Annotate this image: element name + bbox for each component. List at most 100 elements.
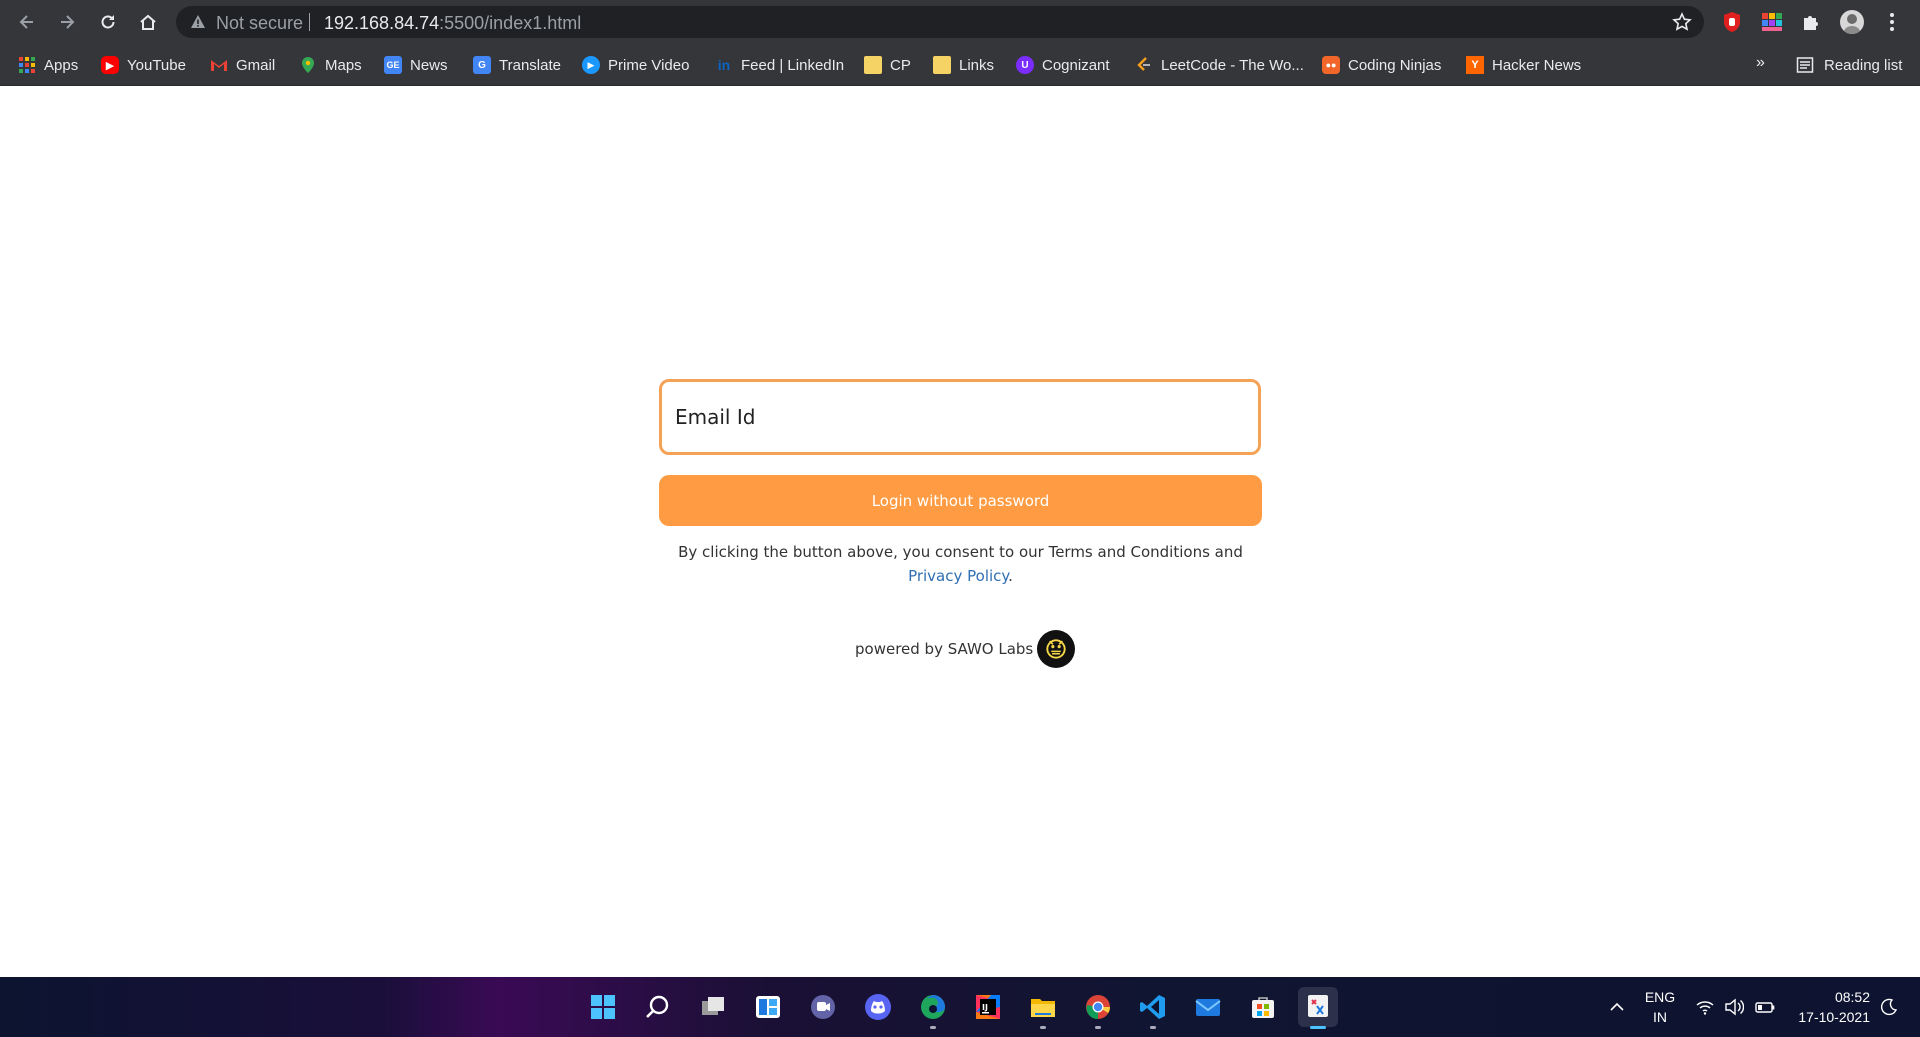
bookmark-folder-cp[interactable]: CP xyxy=(864,52,911,78)
bookmark-label: Prime Video xyxy=(608,56,690,74)
bookmark-folder-links[interactable]: Links xyxy=(933,52,994,78)
chrome-icon xyxy=(1086,995,1110,1019)
reload-button[interactable] xyxy=(95,9,121,35)
extensions-puzzle-icon[interactable] xyxy=(1800,10,1824,34)
bookmark-hacker-news[interactable]: Y Hacker News xyxy=(1466,52,1581,78)
task-view-icon xyxy=(702,997,724,1015)
bookmarks-bar: Apps ▶ YouTube Gmail Maps GE News G Tran… xyxy=(0,44,1920,86)
edge-icon xyxy=(921,995,945,1019)
forward-button[interactable] xyxy=(54,9,80,35)
back-button[interactable] xyxy=(14,9,40,35)
email-field[interactable] xyxy=(659,379,1261,455)
cognizant-icon: U xyxy=(1016,56,1034,74)
bookmark-cognizant[interactable]: U Cognizant xyxy=(1016,52,1110,78)
maps-icon xyxy=(299,56,317,74)
powered-by: powered by SAWO Labs xyxy=(855,629,1076,669)
start-button[interactable] xyxy=(583,987,623,1027)
youtube-icon: ▶ xyxy=(101,56,119,74)
windows-start-icon xyxy=(591,995,615,1019)
bookmark-star-icon[interactable] xyxy=(1672,12,1692,32)
leetcode-icon xyxy=(1135,56,1153,74)
security-label[interactable]: Not secure xyxy=(216,13,303,34)
file-explorer-icon xyxy=(1031,999,1055,1017)
bookmark-linkedin[interactable]: in Feed | LinkedIn xyxy=(715,52,844,78)
region-code: IN xyxy=(1653,1009,1667,1025)
intellij-button[interactable]: IJ xyxy=(968,987,1008,1027)
edge-button[interactable] xyxy=(913,987,953,1029)
task-view-button[interactable] xyxy=(693,987,733,1027)
consent-sentence: By clicking the button above, you consen… xyxy=(678,543,1243,561)
page-content: Login without password By clicking the b… xyxy=(0,86,1920,977)
bookmark-label: Hacker News xyxy=(1492,56,1582,74)
home-icon xyxy=(140,14,156,30)
home-button[interactable] xyxy=(135,9,161,35)
adblock-extension-icon[interactable] xyxy=(1720,10,1744,34)
login-without-password-button[interactable]: Login without password xyxy=(659,475,1262,526)
clock[interactable]: 08:52 17-10-2021 xyxy=(1790,987,1870,1027)
focus-assist-moon-icon[interactable] xyxy=(1879,997,1899,1017)
url-host: 192.168.84.74 xyxy=(324,13,440,33)
bookmark-translate[interactable]: G Translate xyxy=(473,52,561,78)
discord-button[interactable] xyxy=(858,987,898,1027)
kebab-dot xyxy=(1890,27,1894,31)
bookmark-label: News xyxy=(410,56,448,74)
bookmark-leetcode[interactable]: LeetCode - The Wo... xyxy=(1135,52,1304,78)
sawo-labs-logo-icon xyxy=(1037,630,1076,668)
linkedin-icon: in xyxy=(717,57,731,73)
chrome-menu-button[interactable] xyxy=(1880,10,1904,34)
bookmark-youtube[interactable]: ▶ YouTube xyxy=(101,52,186,78)
more-bookmarks-button[interactable]: » xyxy=(1756,54,1765,72)
active-indicator xyxy=(1310,1026,1326,1029)
mail-button[interactable] xyxy=(1188,987,1228,1027)
bookmark-news[interactable]: GE News xyxy=(384,52,448,78)
bookmark-coding-ninjas[interactable]: ●● Coding Ninjas xyxy=(1322,52,1441,78)
widgets-button[interactable] xyxy=(748,987,788,1027)
news-icon: GE xyxy=(384,56,402,74)
chevron-up-icon[interactable] xyxy=(1607,997,1627,1017)
teams-chat-button[interactable] xyxy=(803,987,843,1027)
running-indicator xyxy=(1095,1026,1101,1029)
bookmark-prime-video[interactable]: ▶ Prime Video xyxy=(582,52,689,78)
bookmark-label: Maps xyxy=(325,56,362,74)
bookmark-label: Links xyxy=(959,56,995,74)
profile-avatar[interactable] xyxy=(1840,10,1864,34)
bookmark-label: Coding Ninjas xyxy=(1348,56,1442,74)
warning-icon xyxy=(191,15,205,28)
url-text[interactable]: 192.168.84.74:5500/index1.html xyxy=(324,13,581,34)
battery-icon[interactable] xyxy=(1755,997,1775,1017)
taskbar-search-button[interactable] xyxy=(638,987,678,1027)
bookmark-label: Feed | LinkedIn xyxy=(741,56,845,74)
snipping-tool-button[interactable] xyxy=(1298,987,1338,1029)
bookmark-label: CP xyxy=(890,56,911,74)
clock-time: 08:52 xyxy=(1834,989,1870,1005)
store-button[interactable] xyxy=(1243,987,1283,1027)
reading-list-button[interactable]: Reading list xyxy=(1796,52,1902,78)
reading-list-label: Reading list xyxy=(1824,56,1903,74)
windows-taskbar: IJ ENG IN 08:52 17-10-2021 xyxy=(0,977,1920,1037)
volume-icon[interactable] xyxy=(1724,997,1744,1017)
gmail-icon xyxy=(210,56,228,74)
bookmark-label: Cognizant xyxy=(1042,56,1110,74)
language-indicator[interactable]: ENG IN xyxy=(1642,987,1678,1027)
snipping-tool-icon xyxy=(1308,995,1328,1017)
bookmark-maps[interactable]: Maps xyxy=(299,52,362,78)
bookmark-gmail[interactable]: Gmail xyxy=(210,52,275,78)
bookmark-label: YouTube xyxy=(127,56,186,74)
chrome-button[interactable] xyxy=(1078,987,1118,1029)
reload-icon xyxy=(101,15,115,29)
color-picker-extension-icon[interactable] xyxy=(1760,10,1784,34)
vscode-button[interactable] xyxy=(1133,987,1173,1029)
wifi-icon[interactable] xyxy=(1695,997,1715,1017)
consent-period: . xyxy=(1008,567,1013,585)
bookmark-label: Apps xyxy=(44,56,79,74)
apps-grid-icon xyxy=(18,56,36,74)
translate-icon: G xyxy=(473,56,491,74)
bookmark-apps[interactable]: Apps xyxy=(18,52,78,78)
bookmark-label: LeetCode - The Wo... xyxy=(1161,56,1304,74)
address-bar[interactable]: Not secure 192.168.84.74:5500/index1.htm… xyxy=(176,6,1704,38)
file-explorer-button[interactable] xyxy=(1023,987,1063,1029)
privacy-policy-link[interactable]: Privacy Policy xyxy=(908,567,1008,585)
discord-icon xyxy=(865,994,891,1020)
bookmark-label: Gmail xyxy=(236,56,276,74)
consent-text: By clicking the button above, you consen… xyxy=(659,540,1262,588)
